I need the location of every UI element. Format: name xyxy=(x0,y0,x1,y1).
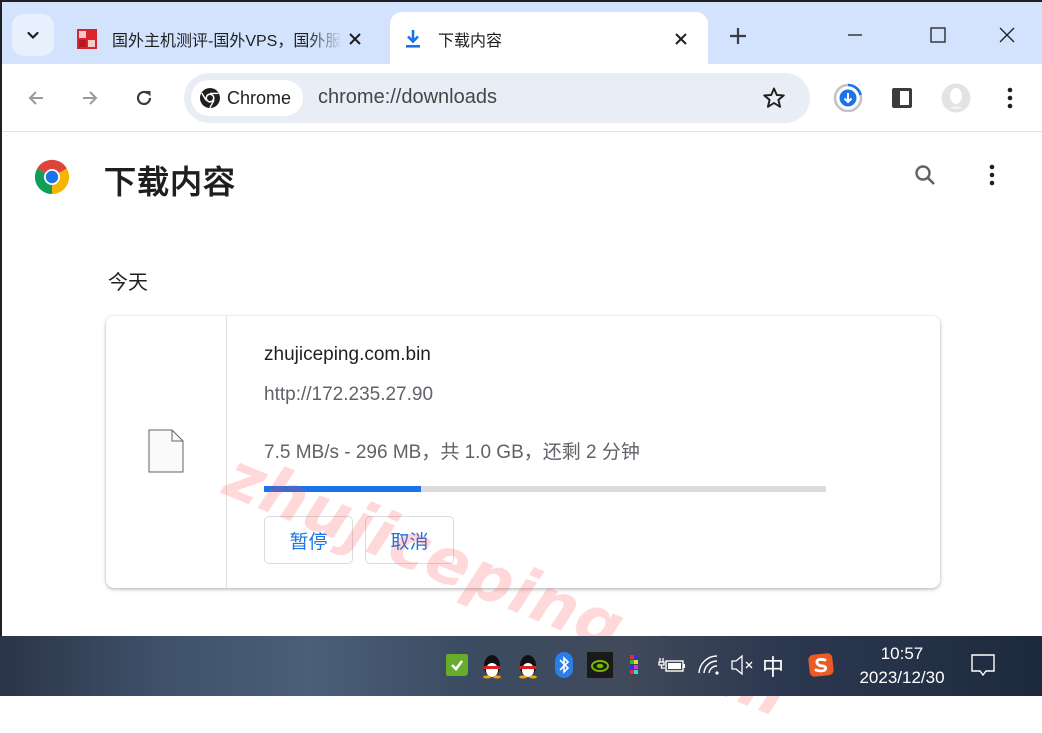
cancel-button[interactable]: 取消 xyxy=(365,516,454,564)
tray-qq-2[interactable] xyxy=(513,648,543,682)
tab-close-button[interactable] xyxy=(342,26,368,52)
color-grid-icon xyxy=(630,655,638,674)
tab-search-button[interactable] xyxy=(12,14,54,56)
progress-fill xyxy=(264,486,422,492)
chrome-menu-button[interactable] xyxy=(990,78,1030,118)
tray-qq-1[interactable] xyxy=(477,648,507,682)
more-vert-icon xyxy=(1007,87,1013,109)
search-icon xyxy=(915,165,935,185)
download-status: 7.5 MB/s - 296 MB，共 1.0 GB，还剩 2 分钟 xyxy=(264,442,640,463)
minimize-button[interactable] xyxy=(832,12,878,58)
file-name[interactable]: zhujiceping.com.bin xyxy=(264,344,431,366)
taskbar: 中 10:57 2023/12/30 xyxy=(0,636,1042,696)
tray-sogou[interactable] xyxy=(806,648,836,682)
clock-date: 2023/12/30 xyxy=(859,668,945,687)
chrome-logo-icon xyxy=(34,159,70,195)
window-close-button[interactable] xyxy=(984,12,1030,58)
date-section-label: 今天 xyxy=(108,272,148,294)
downloads-button[interactable] xyxy=(828,78,868,118)
close-icon xyxy=(675,33,687,45)
url-text[interactable]: chrome://downloads xyxy=(318,86,497,109)
reload-icon xyxy=(136,90,152,106)
sogou-ime-icon xyxy=(808,653,834,677)
star-icon xyxy=(763,87,785,108)
volume-muted-icon xyxy=(731,654,753,676)
page-header: 下载内容 xyxy=(2,133,1042,223)
toolbar: Chrome chrome://downloads xyxy=(2,64,1042,132)
page-title: 下载内容 xyxy=(104,164,237,200)
tray-battery[interactable] xyxy=(657,648,687,682)
minimize-icon xyxy=(848,34,862,36)
back-button[interactable] xyxy=(16,78,56,118)
more-vert-icon xyxy=(989,164,995,186)
screen: 国外主机测评-国外VPS，国外服务器 下载内容 xyxy=(0,0,1042,733)
address-bar[interactable]: Chrome chrome://downloads xyxy=(184,73,810,123)
qq-penguin-icon xyxy=(483,655,501,679)
tab-zhujiceping[interactable]: 国外主机测评-国外VPS，国外服务器 xyxy=(64,12,382,66)
profile-button[interactable] xyxy=(936,78,976,118)
plus-icon xyxy=(730,28,746,44)
arrow-left-icon xyxy=(28,91,43,105)
download-progress-icon xyxy=(833,83,863,113)
bookmark-button[interactable] xyxy=(760,84,788,112)
file-icon xyxy=(148,429,184,473)
tray-network[interactable] xyxy=(694,648,724,682)
window-border xyxy=(0,0,2,636)
file-icon-column xyxy=(106,316,227,588)
avatar-icon xyxy=(941,83,971,113)
wechat-check-icon xyxy=(446,654,468,676)
side-panel-icon xyxy=(892,88,912,108)
tab-title: 下载内容 xyxy=(438,33,503,50)
tab-close-button[interactable] xyxy=(668,26,694,52)
input-method-indicator[interactable]: 中 xyxy=(762,650,784,682)
wifi-icon xyxy=(698,655,719,675)
bluetooth-icon xyxy=(555,652,573,678)
download-progress-bar xyxy=(264,486,826,492)
site-favicon-icon xyxy=(77,29,97,49)
battery-charging-icon xyxy=(658,658,685,672)
nvidia-icon xyxy=(587,652,613,678)
new-tab-button[interactable] xyxy=(722,20,754,52)
maximize-icon xyxy=(930,27,946,43)
clock-time: 10:57 xyxy=(880,644,924,663)
tray-volume[interactable] xyxy=(728,648,758,682)
qq-penguin-icon xyxy=(519,655,537,679)
download-icon xyxy=(406,30,420,48)
close-icon xyxy=(999,27,1015,43)
chevron-down-icon xyxy=(27,31,39,40)
maximize-button[interactable] xyxy=(915,12,961,58)
tab-title: 国外主机测评-国外VPS，国外服务器 xyxy=(112,33,342,50)
arrow-right-icon xyxy=(83,91,98,105)
reload-button[interactable] xyxy=(124,78,164,118)
action-center-button[interactable] xyxy=(968,648,998,682)
tray-wechat[interactable] xyxy=(442,648,472,682)
close-icon xyxy=(349,33,361,45)
download-item: zhujiceping.com.bin http://172.235.27.90… xyxy=(106,316,940,588)
file-source-url[interactable]: http://172.235.27.90 xyxy=(264,384,433,406)
pause-button[interactable]: 暂停 xyxy=(264,516,353,564)
chrome-icon xyxy=(200,88,220,109)
page-menu-button[interactable] xyxy=(972,155,1012,195)
side-panel-button[interactable] xyxy=(882,78,922,118)
notification-icon xyxy=(971,654,995,677)
search-downloads-button[interactable] xyxy=(905,155,945,195)
tab-strip: 国外主机测评-国外VPS，国外服务器 下载内容 xyxy=(2,2,1042,66)
downloads-page: 下载内容 今天 zhujiceping.com.bin http://172.2… xyxy=(2,133,1042,733)
chip-label: Chrome xyxy=(227,87,292,108)
tray-app-grid[interactable] xyxy=(621,648,651,682)
system-clock[interactable]: 10:57 2023/12/30 xyxy=(848,642,956,690)
site-info-chip[interactable]: Chrome xyxy=(191,80,304,116)
tab-downloads[interactable]: 下载内容 xyxy=(390,12,708,66)
forward-button[interactable] xyxy=(70,78,110,118)
tray-bluetooth[interactable] xyxy=(549,648,579,682)
tray-nvidia[interactable] xyxy=(585,648,615,682)
